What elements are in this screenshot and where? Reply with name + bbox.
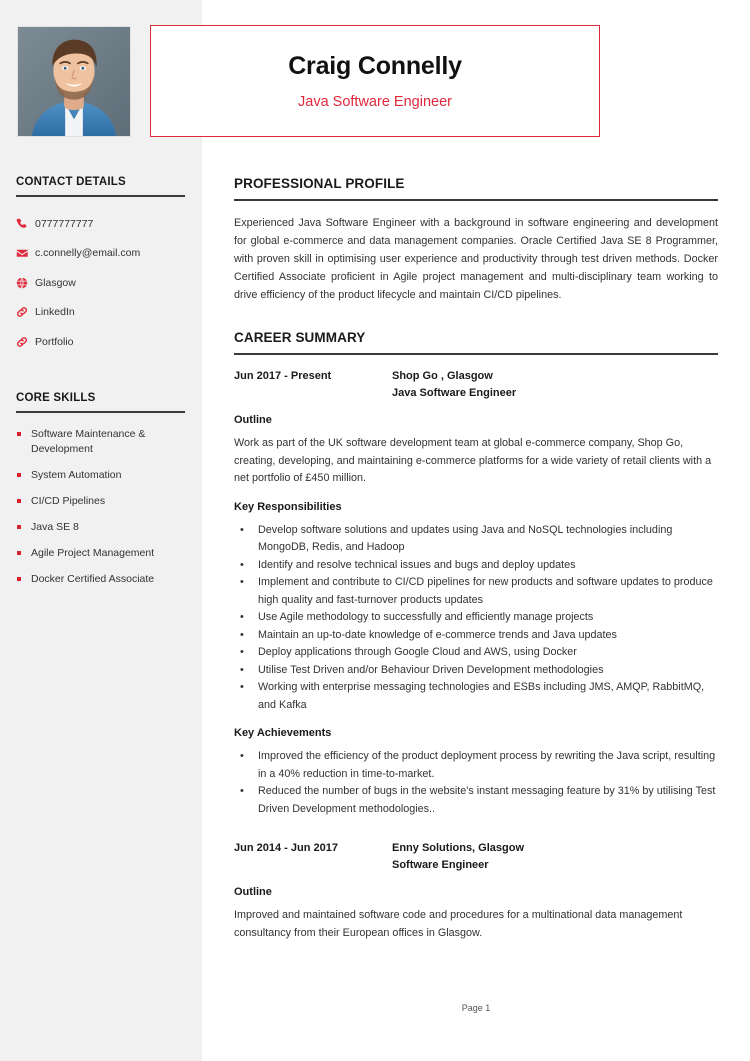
- list-item: CI/CD Pipelines: [16, 494, 186, 509]
- contact-item-phone[interactable]: 0777777777: [16, 211, 186, 236]
- header-name-box: Craig Connelly Java Software Engineer: [150, 25, 600, 137]
- career-summary-heading: CAREER SUMMARY: [234, 330, 366, 345]
- professional-profile-section: PROFESSIONAL PROFILE Experienced Java So…: [234, 176, 718, 304]
- job-role: Software Engineer: [392, 858, 489, 871]
- list-item: Deploy applications through Google Cloud…: [234, 644, 718, 662]
- page-footer: Page 1: [234, 1003, 718, 1013]
- contact-linkedin-text: LinkedIn: [35, 306, 75, 318]
- list-item: Identify and resolve technical issues an…: [234, 557, 718, 575]
- list-item: Working with enterprise messaging techno…: [234, 679, 718, 714]
- link-icon: [16, 306, 35, 318]
- professional-profile-rule: [234, 199, 718, 201]
- key-achievements-list: Improved the efficiency of the product d…: [234, 748, 718, 818]
- key-responsibilities-list: Develop software solutions and updates u…: [234, 522, 718, 715]
- page-title: Craig Connelly: [288, 52, 462, 80]
- contact-portfolio-text: Portfolio: [35, 335, 74, 348]
- job-dates: Jun 2014 - Jun 2017: [234, 842, 338, 854]
- link-icon: [16, 336, 35, 348]
- contact-location-text: Glasgow: [35, 276, 76, 289]
- list-item: Develop software solutions and updates u…: [234, 522, 718, 557]
- job-outline-text: Improved and maintained software code an…: [234, 909, 683, 939]
- core-skills-section: CORE SKILLS Software Maintenance & Devel…: [16, 392, 186, 598]
- resume-page: CONTACT DETAILS 0777777777 c.connelly@em…: [0, 0, 750, 1061]
- core-skills-heading: CORE SKILLS: [16, 392, 96, 404]
- list-item: Software Maintenance & Development: [16, 427, 186, 457]
- list-item: Java SE 8: [16, 520, 186, 535]
- job-outline-text: Work as part of the UK software developm…: [234, 437, 712, 484]
- contact-email-text: c.connelly@email.com: [35, 247, 141, 259]
- career-summary-section: CAREER SUMMARY Jun 2017 - Present Shop G…: [234, 330, 718, 942]
- contact-item-email[interactable]: c.connelly@email.com: [16, 241, 186, 266]
- list-item: Docker Certified Associate: [16, 572, 186, 587]
- main-content: PROFESSIONAL PROFILE Experienced Java So…: [234, 176, 718, 942]
- contact-heading-rule: [16, 195, 185, 197]
- contact-item-linkedin[interactable]: LinkedIn: [16, 300, 186, 325]
- job-spacer: [234, 818, 718, 840]
- profile-photo-illustration: [18, 27, 130, 136]
- job-dates: Jun 2017 - Present: [234, 370, 332, 382]
- core-skills-list: Software Maintenance & Development Syste…: [16, 427, 186, 587]
- phone-icon: [16, 218, 35, 230]
- contact-item-portfolio[interactable]: Portfolio: [16, 329, 186, 354]
- core-skills-heading-rule: [16, 411, 185, 413]
- job-header: Jun 2017 - Present Shop Go , Glasgow Jav…: [234, 368, 718, 401]
- sidebar: CONTACT DETAILS 0777777777 c.connelly@em…: [0, 0, 202, 1061]
- job-company: Shop Go , Glasgow: [392, 370, 493, 382]
- job-entry: Jun 2014 - Jun 2017 Enny Solutions, Glas…: [234, 840, 718, 942]
- contact-phone-text: 0777777777: [35, 217, 94, 230]
- outline-label: Outline: [234, 414, 272, 426]
- key-achievements-label: Key Achievements: [234, 727, 332, 739]
- job-role: Java Software Engineer: [392, 386, 517, 399]
- header-job-title: Java Software Engineer: [298, 94, 452, 110]
- job-company-block: Shop Go , Glasgow Java Software Engineer: [392, 368, 718, 401]
- list-item: Maintain an up-to-date knowledge of e-co…: [234, 627, 718, 645]
- list-item: Implement and contribute to CI/CD pipeli…: [234, 574, 718, 609]
- contact-details-heading: CONTACT DETAILS: [16, 176, 126, 188]
- list-item: Use Agile methodology to successfully an…: [234, 609, 718, 627]
- job-company: Enny Solutions, Glasgow: [392, 842, 525, 854]
- job-entry: Jun 2017 - Present Shop Go , Glasgow Jav…: [234, 368, 718, 818]
- job-header: Jun 2014 - Jun 2017 Enny Solutions, Glas…: [234, 840, 718, 873]
- page-number: Page 1: [461, 1003, 491, 1013]
- list-item: Utilise Test Driven and/or Behaviour Dri…: [234, 662, 718, 680]
- contact-item-location[interactable]: Glasgow: [16, 270, 186, 295]
- globe-icon: [16, 277, 35, 289]
- envelope-icon: [16, 247, 35, 260]
- professional-profile-text: Experienced Java Software Engineer with …: [234, 217, 718, 301]
- career-summary-rule: [234, 353, 718, 355]
- job-company-block: Enny Solutions, Glasgow Software Enginee…: [392, 840, 718, 873]
- outline-label: Outline: [234, 886, 272, 898]
- list-item: System Automation: [16, 468, 186, 483]
- key-responsibilities-label: Key Responsibilities: [234, 500, 342, 513]
- professional-profile-heading: PROFESSIONAL PROFILE: [234, 176, 405, 191]
- list-item: Reduced the number of bugs in the websit…: [234, 783, 718, 818]
- list-item: Agile Project Management: [16, 546, 186, 561]
- contact-list: 0777777777 c.connelly@email.com Glasgow …: [16, 211, 186, 354]
- list-item: Improved the efficiency of the product d…: [234, 748, 718, 783]
- contact-details-section: CONTACT DETAILS 0777777777 c.connelly@em…: [16, 176, 186, 359]
- avatar: [17, 26, 131, 137]
